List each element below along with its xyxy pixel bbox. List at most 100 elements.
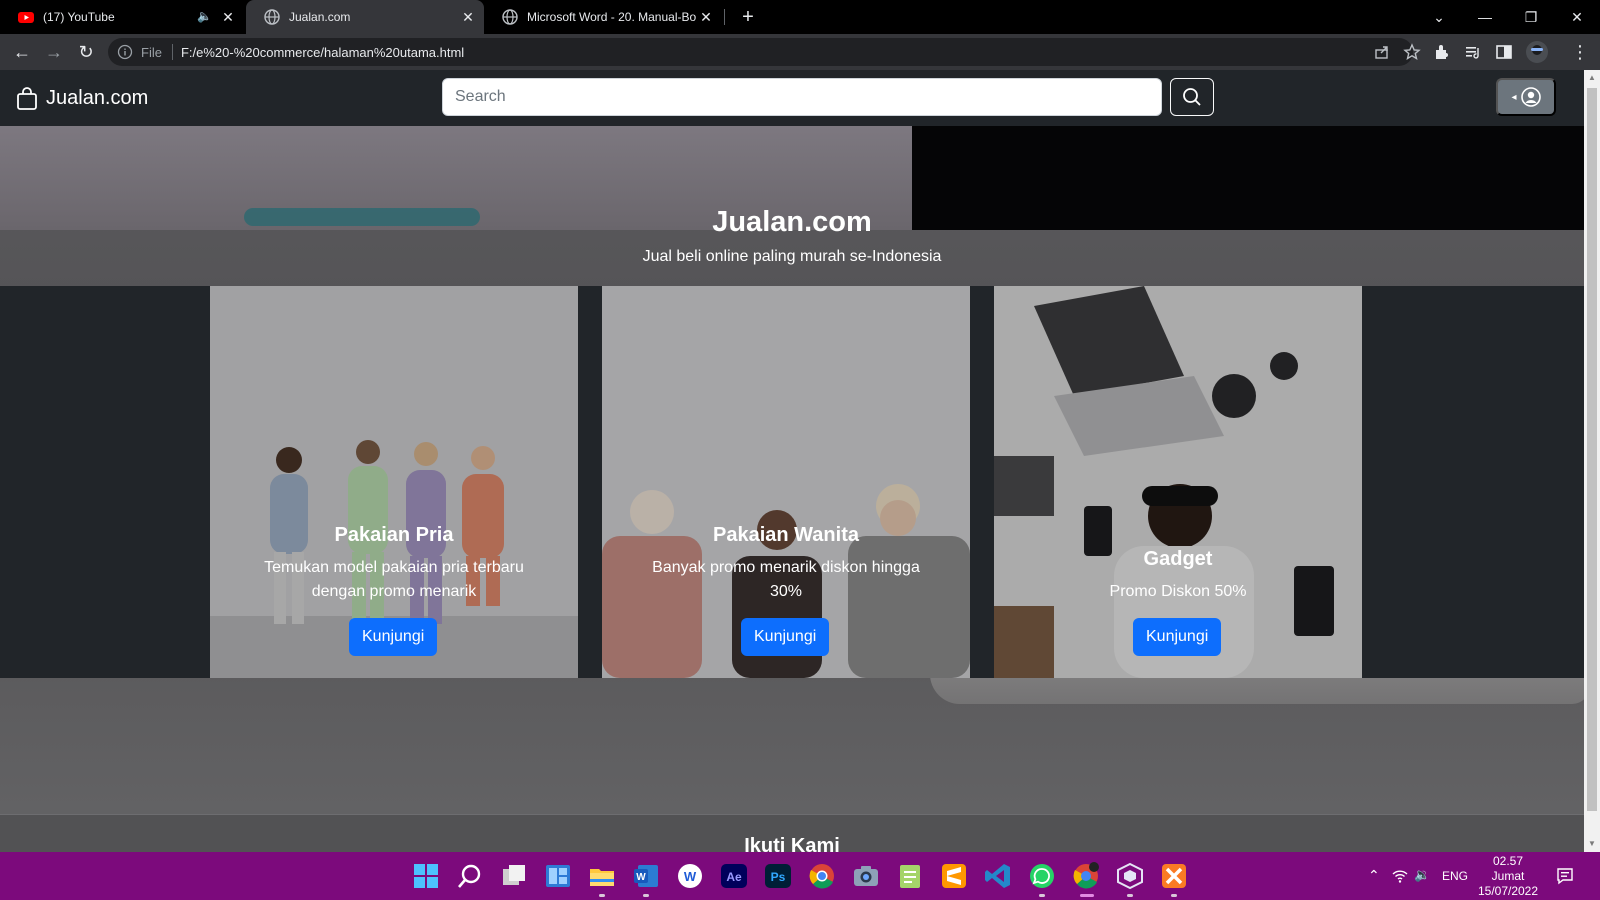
- address-separator: [171, 44, 173, 60]
- svg-text:Ae: Ae: [726, 870, 742, 884]
- svg-text:W: W: [636, 872, 646, 883]
- card-text: Banyak promo menarik diskon hingga 30%: [652, 559, 920, 600]
- forward-button[interactable]: →: [42, 40, 66, 64]
- running-indicator: [643, 894, 649, 897]
- notepad-icon[interactable]: [896, 862, 924, 890]
- card-title: Pakaian Pria: [334, 524, 454, 546]
- running-indicator: [1171, 894, 1177, 897]
- restore-button[interactable]: ❐: [1520, 6, 1542, 28]
- category-cards: Pakaian Pria Temukan model pakaian pria …: [0, 286, 1584, 678]
- browser-menu-button[interactable]: ⋮: [1568, 40, 1592, 64]
- photoshop-icon[interactable]: Ps: [764, 862, 792, 890]
- page-scrollbar[interactable]: ▲ ▼: [1584, 70, 1600, 852]
- address-bar[interactable]: File F:/e%20-%20commerce/halaman%20utama…: [108, 38, 1421, 66]
- wps-icon[interactable]: W: [676, 862, 704, 890]
- media-control-icon[interactable]: [1463, 42, 1483, 62]
- windows-start-icon[interactable]: [412, 862, 440, 890]
- tab-jualan[interactable]: Jualan.com ✕: [246, 0, 484, 34]
- side-panel-icon[interactable]: [1494, 42, 1514, 62]
- search-icon: [1183, 88, 1201, 106]
- network-icon[interactable]: [1392, 868, 1408, 884]
- brand-name: Jualan.com: [46, 86, 149, 109]
- search-button[interactable]: [1170, 78, 1214, 116]
- after-effects-icon[interactable]: Ae: [720, 862, 748, 890]
- tray-overflow-icon[interactable]: ⌃: [1368, 867, 1380, 884]
- tab-search-button[interactable]: ⌄: [1428, 6, 1450, 28]
- sublime-text-icon[interactable]: [940, 862, 968, 890]
- globe-icon: [264, 9, 280, 25]
- tab-title: (17) YouTube: [43, 10, 115, 24]
- web-page: Jualan.com Jual beli online paling murah…: [0, 70, 1584, 852]
- card-title: Gadget: [1143, 548, 1213, 570]
- close-tab-icon[interactable]: ✕: [698, 9, 714, 25]
- info-icon[interactable]: [117, 44, 133, 60]
- profile-avatar[interactable]: [1525, 40, 1549, 64]
- hero-section: Jualan.com Jual beli online paling murah…: [0, 126, 1584, 852]
- shopping-bag-icon: [17, 87, 37, 110]
- chrome-profile-icon[interactable]: [1072, 862, 1100, 890]
- vscode-icon[interactable]: [984, 862, 1012, 890]
- tab-title: Jualan.com: [289, 10, 351, 24]
- minimize-button[interactable]: —: [1474, 6, 1496, 28]
- browser-toolbar: ← → ↻ File F:/e%20-%20commerce/halaman%2…: [0, 34, 1600, 70]
- word-icon[interactable]: W: [632, 862, 660, 890]
- sketchup-icon[interactable]: [1116, 862, 1144, 890]
- scroll-down-arrow[interactable]: ▼: [1588, 840, 1596, 848]
- extensions-icon[interactable]: [1432, 42, 1452, 62]
- youtube-icon: [18, 12, 34, 23]
- clock-date: 15/07/2022: [1477, 884, 1539, 898]
- address-url[interactable]: F:/e%20-%20commerce/halaman%20utama.html: [181, 45, 464, 60]
- tab-word[interactable]: Microsoft Word - 20. Manual-Bo ✕: [484, 0, 722, 34]
- scrollbar-thumb[interactable]: [1587, 88, 1597, 811]
- hero-title: Jualan.com: [712, 206, 872, 238]
- account-dropdown-button[interactable]: ◂: [1496, 78, 1556, 116]
- globe-icon: [502, 9, 518, 25]
- user-circle-icon: [1520, 87, 1541, 107]
- share-icon[interactable]: [1372, 42, 1392, 62]
- xampp-icon[interactable]: [1160, 862, 1188, 890]
- back-button[interactable]: ←: [10, 40, 34, 64]
- card-pakaian-pria: Pakaian Pria Temukan model pakaian pria …: [210, 286, 578, 678]
- clock-day: Jumat: [1491, 869, 1525, 883]
- whatsapp-icon[interactable]: [1028, 862, 1056, 890]
- kunjungi-button[interactable]: Kunjungi: [349, 618, 438, 656]
- kunjungi-button[interactable]: Kunjungi: [1133, 618, 1222, 656]
- camera-icon[interactable]: [852, 862, 880, 890]
- bookmark-star-icon[interactable]: [1402, 42, 1422, 62]
- close-window-button[interactable]: ✕: [1566, 6, 1588, 28]
- active-indicator: [1080, 894, 1094, 897]
- search-icon[interactable]: [456, 862, 484, 890]
- close-tab-icon[interactable]: ✕: [220, 9, 236, 25]
- notification-icon[interactable]: [1556, 867, 1574, 885]
- tab-youtube[interactable]: (17) YouTube 🔈 ✕: [0, 0, 244, 34]
- chrome-icon[interactable]: [808, 862, 836, 890]
- brand[interactable]: Jualan.com: [16, 86, 148, 110]
- volume-icon[interactable]: 🔉: [1414, 867, 1430, 883]
- search-input[interactable]: [442, 78, 1162, 116]
- site-navbar: Jualan.com ◂: [0, 70, 1584, 126]
- windows-taskbar: W W Ae Ps ⌃ 🔉 ENG 02.57 Jumat 15/07/2022: [0, 852, 1600, 900]
- close-tab-icon[interactable]: ✕: [460, 9, 476, 25]
- widgets-icon[interactable]: [544, 862, 572, 890]
- task-view-icon[interactable]: [500, 862, 528, 890]
- clock-time: 02.57: [1492, 854, 1524, 868]
- card-gadget: Gadget Promo Diskon 50% Kunjungi: [994, 286, 1362, 678]
- scroll-up-arrow[interactable]: ▲: [1588, 74, 1596, 82]
- tab-separator: [724, 9, 725, 25]
- svg-text:W: W: [684, 869, 697, 884]
- footer-title: Ikuti Kami: [744, 835, 840, 852]
- tab-strip: (17) YouTube 🔈 ✕ Jualan.com ✕ Microsoft …: [0, 0, 1600, 34]
- card-pakaian-wanita: Pakaian Wanita Banyak promo menarik disk…: [602, 286, 970, 678]
- reload-button[interactable]: ↻: [74, 40, 98, 64]
- file-explorer-icon[interactable]: [588, 862, 616, 890]
- card-text: Promo Diskon 50%: [1109, 583, 1247, 600]
- clock[interactable]: 02.57 Jumat 15/07/2022: [1464, 854, 1552, 899]
- new-tab-button[interactable]: +: [738, 7, 758, 27]
- hero-subtitle: Jual beli online paling murah se-Indones…: [642, 248, 942, 265]
- tab-title: Microsoft Word - 20. Manual-Bo: [527, 10, 697, 24]
- running-indicator: [1127, 894, 1133, 897]
- running-indicator: [1039, 894, 1045, 897]
- address-scheme: File: [141, 44, 162, 60]
- speaker-icon[interactable]: 🔈: [197, 9, 212, 23]
- kunjungi-button[interactable]: Kunjungi: [741, 618, 830, 656]
